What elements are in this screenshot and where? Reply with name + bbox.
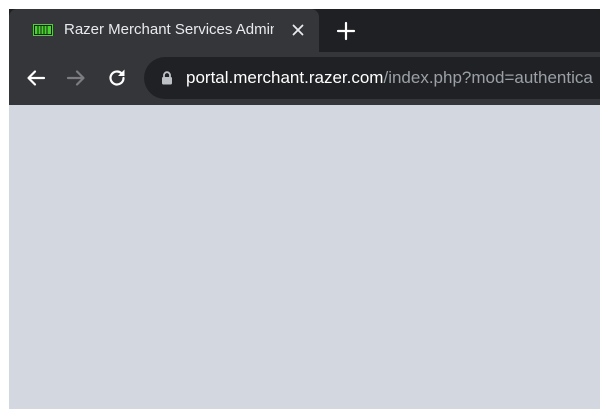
lock-icon[interactable]	[161, 71, 173, 85]
back-arrow-icon[interactable]	[25, 67, 47, 89]
tab-title: Razer Merchant Services Admin	[64, 21, 274, 38]
url-text[interactable]: portal.merchant.razer.com/index.php?mod=…	[186, 67, 600, 89]
forward-arrow-icon[interactable]	[65, 67, 87, 89]
url-path: /index.php?mod=authentica	[383, 68, 593, 87]
razer-favicon-icon	[33, 24, 53, 36]
tab-razer-merchant-services[interactable]: Razer Merchant Services Admin	[9, 9, 319, 52]
browser-toolbar: portal.merchant.razer.com/index.php?mod=…	[9, 52, 600, 105]
tab-strip: Razer Merchant Services Admin	[9, 9, 600, 52]
url-host: portal.merchant.razer.com	[186, 68, 384, 87]
address-bar[interactable]: portal.merchant.razer.com/index.php?mod=…	[144, 57, 600, 99]
close-icon[interactable]	[289, 21, 307, 39]
page-content	[9, 105, 600, 409]
plus-icon[interactable]	[335, 20, 357, 42]
browser-window: Razer Merchant Services Admin portal.mer…	[9, 9, 600, 409]
reload-icon[interactable]	[106, 67, 128, 89]
